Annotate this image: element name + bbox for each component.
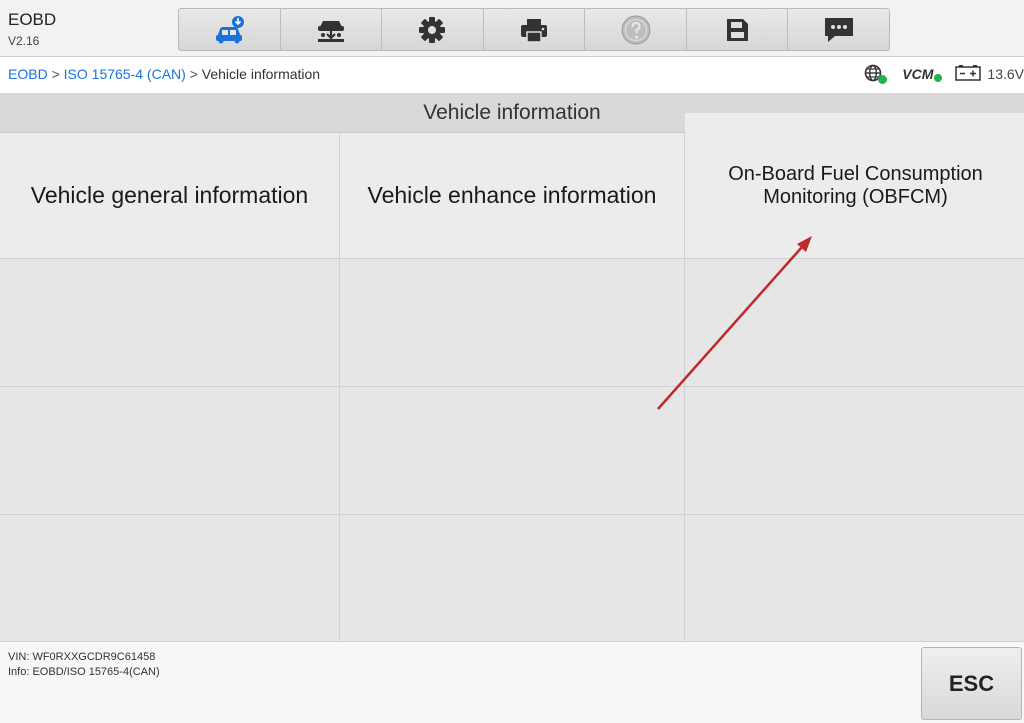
status-area: VCM 13.6V: [864, 63, 1024, 85]
help-icon: [621, 15, 651, 44]
save-icon: [727, 18, 749, 41]
printer-icon: [521, 18, 548, 43]
car-diagnostics-icon: [216, 15, 245, 43]
save-button[interactable]: [687, 9, 789, 50]
print-button[interactable]: [484, 9, 586, 50]
app-version: V2.16: [8, 34, 40, 48]
menu-item-vehicle-enhance-information[interactable]: Vehicle enhance information: [340, 133, 684, 258]
breadcrumb-current: Vehicle information: [201, 66, 321, 82]
footer: VIN: WF0RXXGCDR9C61458 Info: EOBD/ISO 15…: [0, 641, 1024, 723]
battery-voltage: 13.6V: [987, 66, 1024, 82]
settings-button[interactable]: [382, 9, 484, 50]
info-text: Info: EOBD/ISO 15765-4(CAN): [8, 666, 160, 678]
vcm-status: VCM: [902, 66, 943, 82]
globe-icon: [864, 64, 888, 84]
empty-cell: [340, 515, 684, 643]
toolbar: [178, 8, 890, 51]
menu-item-obfcm[interactable]: On-Board Fuel Consumption Monitoring (OB…: [685, 113, 1024, 258]
menu-item-vehicle-general-information[interactable]: Vehicle general information: [0, 133, 339, 258]
message-button[interactable]: [788, 9, 889, 50]
vin-text: VIN: WF0RXXGCDR9C61458: [8, 651, 156, 663]
top-bar: EOBD V2.16: [0, 0, 1024, 57]
message-icon: [824, 17, 853, 42]
vcm-label: VCM: [902, 66, 934, 82]
empty-cell: [340, 259, 684, 386]
vcm-ok-indicator: [934, 74, 943, 82]
menu-grid: Vehicle general information Vehicle enha…: [0, 113, 1024, 643]
network-ok-indicator: [878, 75, 888, 84]
empty-cell: [685, 515, 1024, 643]
empty-cell: [0, 515, 339, 643]
help-button[interactable]: [585, 9, 687, 50]
breadcrumb-separator: >: [185, 66, 202, 82]
breadcrumb-bar: EOBD > ISO 15765-4 (CAN) > Vehicle infor…: [0, 57, 1024, 94]
car-diagnostics-button[interactable]: [179, 9, 281, 50]
breadcrumb-item-eobd[interactable]: EOBD: [8, 66, 48, 82]
empty-cell: [685, 259, 1024, 386]
car-lift-button[interactable]: [281, 9, 383, 50]
empty-cell: [340, 387, 684, 514]
car-lift-icon: [317, 20, 344, 42]
empty-cell: [0, 387, 339, 514]
breadcrumb-item-protocol[interactable]: ISO 15765-4 (CAN): [64, 66, 186, 82]
gear-icon: [419, 16, 446, 43]
breadcrumb: EOBD > ISO 15765-4 (CAN) > Vehicle infor…: [8, 66, 320, 82]
battery-icon: [955, 64, 982, 85]
esc-button[interactable]: ESC: [921, 647, 1022, 720]
breadcrumb-separator: >: [47, 66, 64, 82]
empty-cell: [0, 259, 339, 386]
empty-cell: [685, 387, 1024, 514]
app-name: EOBD: [8, 10, 57, 29]
